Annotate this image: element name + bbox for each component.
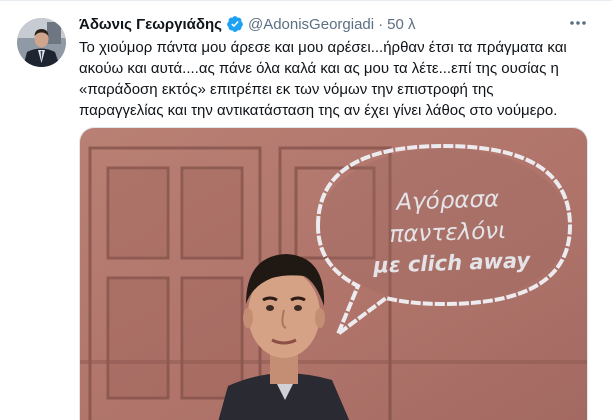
tweet-timestamp[interactable]: 50 λ — [387, 16, 415, 33]
tweet-text-line: ακούω και αυτά....ας πάνε όλα καλά και α… — [79, 60, 559, 77]
speech-bubble-text: Αγόρασα — [394, 186, 500, 216]
author-handle[interactable]: @AdonisGeorgiadi — [248, 16, 374, 33]
tweet-text-line: Το χιούμορ πάντα μου άρεσε και μου αρέσε… — [79, 39, 567, 56]
separator-dot: · — [378, 15, 384, 33]
tweet-text: Το χιούμορ πάντα μου άρεσε και μου αρέσε… — [79, 37, 589, 121]
tweet-header: Άδωνις Γεωργιάδης @AdonisGeorgiadi · 50 … — [79, 14, 415, 34]
tweet-text-line: παραγγελίας και την αντικατάσταση της αν… — [79, 102, 558, 119]
avatar[interactable] — [17, 18, 66, 67]
author-name[interactable]: Άδωνις Γεωργιάδης — [79, 16, 222, 33]
speech-bubble-text: παντελόνι — [389, 218, 506, 248]
more-horizontal-icon[interactable] — [568, 13, 588, 33]
tweet-text-line: «παράδοση εκτός» επιτρέπει εκ των νόμων … — [79, 81, 494, 98]
verified-badge-icon — [226, 15, 244, 33]
tweet-media-image[interactable]: Αγόρασα παντελόνι με clich away — [79, 127, 588, 420]
tweet[interactable]: Άδωνις Γεωργιάδης @AdonisGeorgiadi · 50 … — [0, 0, 612, 420]
